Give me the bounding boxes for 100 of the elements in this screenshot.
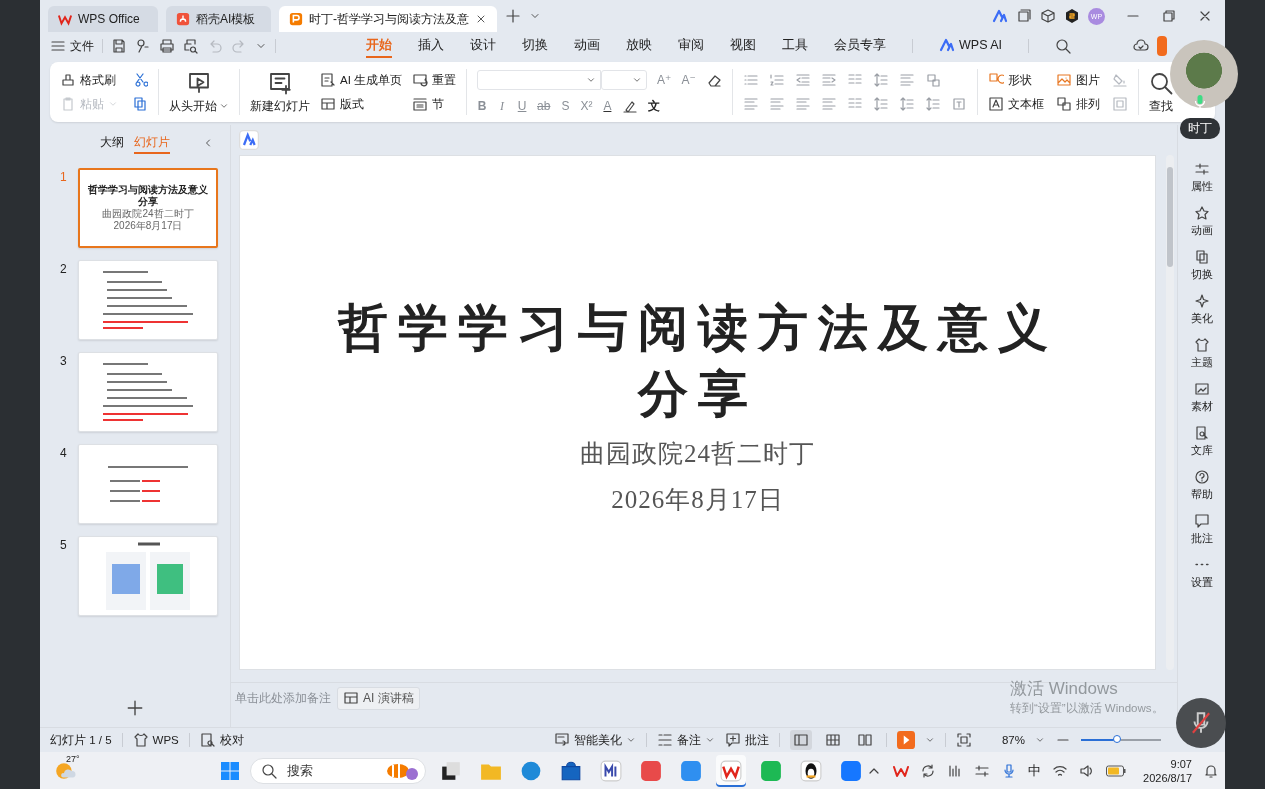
sidebar-button[interactable]: 设置: [1190, 557, 1213, 590]
sidebar-button[interactable]: 帮助: [1190, 469, 1213, 502]
window-tab[interactable]: 稻壳AI模板: [166, 6, 271, 32]
new-slide-button[interactable]: 新建幻灯片: [250, 70, 310, 114]
close-icon[interactable]: [475, 13, 487, 25]
slide-thumbnail[interactable]: [78, 536, 218, 616]
slide-thumbnail[interactable]: 哲学学习与阅读方法及意义 分享 曲园政院24哲二时丁 2026年8月17日: [78, 168, 218, 248]
sidebar-button[interactable]: 文库: [1190, 425, 1213, 458]
comments-button[interactable]: 批注: [724, 732, 769, 748]
slide-canvas[interactable]: 哲学学习与阅读方法及意义 分享 曲园政院24哲二时丁 2026年8月17日: [239, 155, 1156, 670]
sidebar-button[interactable]: 批注: [1190, 513, 1213, 546]
slide-thumbnail[interactable]: [78, 444, 218, 524]
play-icon[interactable]: [896, 731, 915, 749]
slide-thumbnail[interactable]: [78, 260, 218, 340]
ai-speech-button[interactable]: AI 演讲稿: [337, 686, 420, 710]
input-method-indicator[interactable]: 中: [1028, 761, 1042, 780]
notification-bell-icon[interactable]: [1203, 762, 1219, 779]
chevron-down-icon[interactable]: [1035, 735, 1045, 745]
participant-name: 时丁: [1180, 118, 1220, 139]
cube-icon[interactable]: [1040, 8, 1056, 24]
indentl-icon[interactable]: [794, 72, 811, 88]
scissors-icon[interactable]: [132, 72, 148, 88]
share-button[interactable]: [1157, 36, 1167, 56]
print-preview-icon[interactable]: [183, 38, 199, 54]
sidebar-button[interactable]: 切换: [1190, 249, 1213, 282]
spacing-icon[interactable]: [924, 96, 941, 112]
text-effect-button[interactable]: 文: [648, 97, 661, 115]
ribbon-tab[interactable]: 视图: [730, 34, 756, 58]
reset-button[interactable]: 重置: [412, 72, 457, 88]
panel-tab[interactable]: 大纲: [100, 132, 124, 154]
taskbar-search-field[interactable]: 搜索: [250, 757, 427, 784]
textdir-icon[interactable]: [950, 96, 967, 112]
search-icon[interactable]: [1055, 38, 1072, 54]
textbox-button[interactable]: 文本框: [987, 96, 1044, 112]
fit-to-window-icon[interactable]: [955, 732, 972, 748]
notes-button[interactable]: 备注: [656, 732, 715, 748]
ribbon-tab[interactable]: 设计: [470, 34, 496, 58]
chevron-down-icon[interactable]: [924, 735, 935, 745]
image-icon: [1193, 381, 1210, 397]
indentr-icon[interactable]: [820, 72, 837, 88]
spacing-icon[interactable]: [898, 96, 915, 112]
fill-icon[interactable]: [1111, 72, 1128, 88]
cloud-icon[interactable]: [1133, 38, 1149, 54]
font-family-field[interactable]: [477, 69, 602, 90]
slide-add-icon: [268, 70, 292, 95]
ai-page-button[interactable]: AI 生成单页: [320, 72, 403, 88]
convert-icon[interactable]: [924, 72, 941, 88]
copy-icon[interactable]: [132, 96, 148, 112]
ai-logo-icon[interactable]: [992, 8, 1008, 24]
spacing-icon[interactable]: [872, 72, 889, 88]
format-painter-button[interactable]: 格式刷: [60, 72, 118, 88]
normal-view-button[interactable]: [789, 730, 812, 750]
ai-page-icon: [320, 72, 336, 88]
sidebar-button[interactable]: 美化: [1190, 293, 1213, 326]
ai-tab[interactable]: WPS AI: [939, 34, 1003, 58]
file-menu[interactable]: 文件: [50, 37, 94, 55]
window-icon[interactable]: [1016, 8, 1032, 24]
save-icon[interactable]: [111, 38, 127, 54]
section-button[interactable]: 节: [412, 96, 457, 112]
shape-button[interactable]: 形状: [987, 72, 1044, 88]
layout-button[interactable]: 版式: [320, 96, 403, 112]
print-icon[interactable]: [159, 38, 175, 54]
sidebar-button[interactable]: 属性: [1190, 161, 1213, 194]
add-slide-icon[interactable]: [126, 699, 144, 717]
numlist-icon[interactable]: [768, 72, 785, 88]
play-from-start-button[interactable]: 从头开始: [169, 70, 229, 114]
wps-app-icon[interactable]: [716, 754, 747, 787]
spacing-icon[interactable]: [872, 96, 889, 112]
sidebar-button[interactable]: 动画: [1190, 205, 1213, 238]
scrollbar[interactable]: [1166, 155, 1174, 670]
border-icon[interactable]: [1111, 96, 1128, 112]
slider-thumb[interactable]: [1113, 735, 1121, 743]
beautify-button[interactable]: 智能美化: [553, 732, 636, 748]
ribbon-tab[interactable]: 插入: [418, 34, 444, 58]
ribbon-tab[interactable]: 工具: [782, 34, 808, 58]
ribbon-tab[interactable]: 会员专享: [834, 34, 886, 58]
clock[interactable]: 9:07 2026/8/17: [1143, 756, 1192, 785]
ribbon-tab[interactable]: 动画: [574, 34, 600, 58]
restore-icon[interactable]: [1161, 8, 1177, 24]
theme-button[interactable]: WPS: [132, 732, 179, 748]
ribbon-tab[interactable]: 审阅: [678, 34, 704, 58]
ribbon-tab[interactable]: 放映: [626, 34, 652, 58]
battery-icon[interactable]: [1106, 764, 1127, 777]
find-button[interactable]: 查找: [1148, 70, 1173, 114]
hexagon-icon[interactable]: [1064, 8, 1080, 24]
ribbon-tab[interactable]: 切换: [522, 34, 548, 58]
sync-icon[interactable]: [920, 762, 937, 779]
underline-button[interactable]: U: [517, 99, 528, 113]
slide-thumbnail[interactable]: [78, 352, 218, 432]
sidebar-button[interactable]: 主题: [1190, 337, 1213, 370]
arrange-button[interactable]: 排列: [1055, 96, 1100, 112]
sidebar-button[interactable]: 素材: [1190, 381, 1213, 414]
zoom-level[interactable]: 87%: [1001, 734, 1025, 746]
proofread-button[interactable]: 校对: [199, 732, 244, 748]
new-tab-icon[interactable]: [505, 8, 521, 24]
window-tab[interactable]: WPS Office: [48, 6, 158, 32]
window-tab[interactable]: 时丁-哲学学习与阅读方法及意: [279, 6, 497, 32]
windows-logo-icon[interactable]: [220, 760, 241, 781]
font-size-field[interactable]: [601, 69, 648, 90]
picture-button[interactable]: 图片: [1055, 72, 1100, 88]
